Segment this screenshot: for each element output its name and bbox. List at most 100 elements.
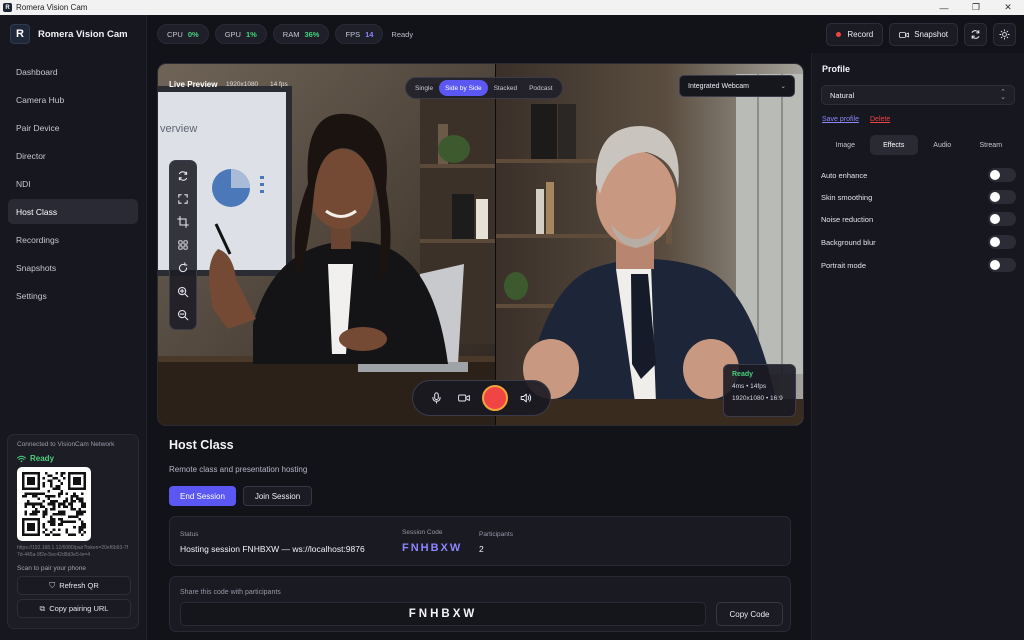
qr-module: [70, 505, 74, 508]
switch-camera-button[interactable]: [964, 23, 987, 46]
qr-module: [55, 472, 58, 475]
minimize-icon[interactable]: —: [928, 0, 960, 15]
qr-module: [80, 492, 84, 496]
qr-module: [47, 520, 51, 524]
preview-resolution: 1920x1080: [226, 81, 259, 88]
delete-profile-link[interactable]: Delete: [870, 116, 890, 123]
theme-toggle-button[interactable]: [993, 23, 1016, 46]
qr-module: [70, 520, 74, 524]
qr-module: [52, 520, 56, 524]
record-label: Record: [847, 30, 874, 39]
network-status-text: Ready: [30, 454, 55, 463]
snapshot-button[interactable]: Snapshot: [889, 23, 958, 46]
join-session-button[interactable]: Join Session: [243, 486, 312, 506]
qr-module: [57, 492, 61, 496]
noise-reduction-toggle[interactable]: [988, 212, 1016, 226]
sidebar-item-camera-hub[interactable]: Camera Hub: [8, 87, 138, 112]
crop-icon[interactable]: [174, 213, 192, 231]
qr-module: [50, 507, 53, 511]
sidebar-item-dashboard[interactable]: Dashboard: [8, 59, 138, 84]
end-session-button[interactable]: End Session: [169, 486, 236, 506]
participants-value: 2: [479, 544, 484, 554]
zoom-out-icon[interactable]: [174, 306, 192, 324]
camera-toggle-icon[interactable]: [455, 389, 473, 407]
chevron-updown-icon: ⌃ ⌄: [1000, 89, 1006, 101]
sidebar-item-snapshots[interactable]: Snapshots: [8, 255, 138, 280]
speaker-icon[interactable]: [517, 389, 535, 407]
stat-label: GPU: [224, 29, 241, 39]
network-status: Ready: [17, 454, 129, 463]
toggle-label: Noise reduction: [821, 214, 874, 224]
tab-audio[interactable]: Audio: [918, 135, 967, 155]
sidebar-item-recordings[interactable]: Recordings: [8, 227, 138, 252]
copy-code-button[interactable]: Copy Code: [716, 602, 783, 626]
maximize-icon[interactable]: ❐: [960, 0, 992, 15]
record-toggle-button[interactable]: [482, 385, 509, 411]
ram-stat: RAM 36%: [272, 24, 330, 44]
qr-module: [34, 502, 38, 506]
qr-module: [37, 510, 40, 513]
qr-module: [75, 512, 79, 516]
close-icon[interactable]: ✕: [992, 0, 1024, 15]
qr-code-graphic: [22, 472, 86, 536]
session-info-card: Status Hosting session FNHBXW — ws://loc…: [169, 516, 791, 566]
qr-module: [47, 533, 51, 536]
mode-single[interactable]: Single: [409, 80, 439, 96]
camera-select[interactable]: Integrated Webcam ⌄: [679, 75, 795, 97]
qr-module: [47, 474, 51, 478]
qr-module: [50, 495, 53, 498]
auto-enhance-toggle[interactable]: [988, 168, 1016, 182]
save-profile-link[interactable]: Save profile: [822, 116, 859, 123]
scan-hint: Scan to pair your phone: [17, 565, 87, 572]
qr-module: [68, 533, 71, 536]
portrait-mode-toggle[interactable]: [988, 258, 1016, 272]
qr-module: [55, 500, 58, 503]
record-button[interactable]: Record: [826, 23, 884, 46]
wifi-icon: [17, 455, 26, 462]
rotate-icon[interactable]: [174, 167, 192, 185]
tab-stream[interactable]: Stream: [967, 135, 1016, 155]
qr-module: [75, 495, 79, 498]
qr-module: [78, 528, 81, 531]
sidebar-item-director[interactable]: Director: [8, 143, 138, 168]
qr-module: [52, 528, 56, 531]
tab-effects[interactable]: Effects: [869, 135, 918, 155]
qr-module: [80, 497, 84, 501]
tab-image[interactable]: Image: [821, 135, 870, 155]
sidebar-item-ndi[interactable]: NDI: [8, 171, 138, 196]
qr-module: [42, 523, 46, 526]
copy-pairing-url-button[interactable]: ⧉ Copy pairing URL: [17, 599, 131, 618]
sidebar-nav: Dashboard Camera Hub Pair Device Directo…: [0, 59, 146, 308]
microphone-icon[interactable]: [428, 389, 446, 407]
sidebar-item-settings[interactable]: Settings: [8, 283, 138, 308]
stat-label: FPS: [345, 29, 361, 39]
toggle-knob: [990, 260, 1000, 270]
qr-module: [83, 510, 86, 513]
toggle-label: Skin smoothing: [821, 192, 873, 202]
qr-module: [70, 500, 74, 503]
fullscreen-icon[interactable]: [174, 190, 192, 208]
mode-stacked[interactable]: Stacked: [488, 80, 524, 96]
profile-select[interactable]: Natural ⌃ ⌄: [821, 85, 1015, 105]
skin-smoothing-toggle[interactable]: [988, 190, 1016, 204]
zoom-in-icon[interactable]: [174, 283, 192, 301]
mode-side-by-side[interactable]: Side by Side: [439, 80, 488, 96]
background-blur-toggle[interactable]: [988, 235, 1016, 249]
qr-module: [52, 507, 56, 511]
toggle-label: Portrait mode: [821, 260, 867, 270]
sidebar-item-pair-device[interactable]: Pair Device: [8, 115, 138, 140]
qr-module: [70, 533, 74, 536]
pairing-qr-code[interactable]: [17, 467, 91, 541]
grid-icon[interactable]: [174, 236, 192, 254]
sidebar-item-host-class[interactable]: Host Class: [8, 199, 138, 224]
reset-icon[interactable]: [174, 260, 192, 278]
shield-icon: ⛉: [49, 580, 56, 590]
share-code-display[interactable]: FNHBXW: [180, 602, 706, 626]
qr-module: [27, 523, 35, 531]
refresh-qr-button[interactable]: ⛉ Refresh QR: [17, 576, 131, 595]
qr-module: [60, 518, 63, 521]
mode-podcast[interactable]: Podcast: [523, 80, 559, 96]
live-preview[interactable]: verview Live Preview 1920x1080 14 fps Si…: [157, 63, 804, 426]
page-title: Host Class: [169, 438, 234, 452]
qr-module: [39, 505, 43, 508]
